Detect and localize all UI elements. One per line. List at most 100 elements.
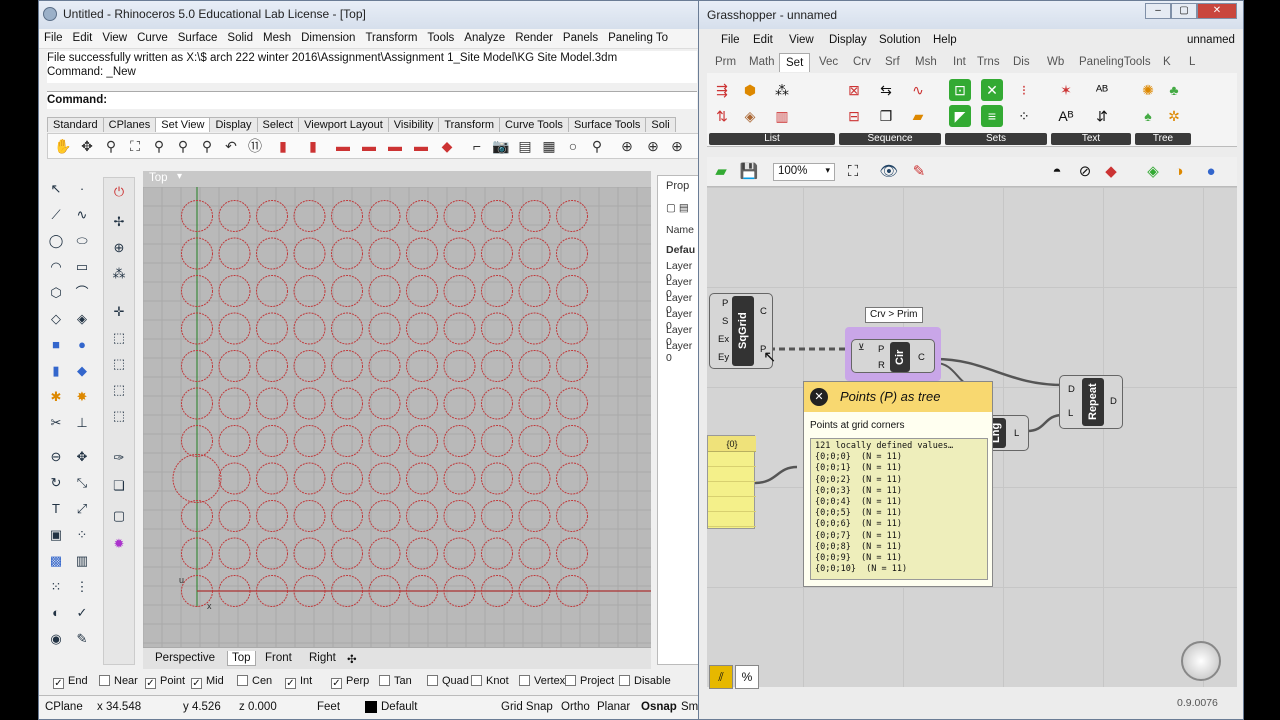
list-length-icon[interactable]: ⬢ — [739, 79, 761, 101]
bake-icon[interactable]: ◈ — [1143, 162, 1163, 182]
grid-circle[interactable] — [443, 387, 476, 420]
frame-icon[interactable]: ▢ — [108, 506, 130, 526]
set-camera-icon[interactable]: ▮ — [304, 138, 322, 155]
rotate-view-icon[interactable]: ✥ — [78, 138, 96, 155]
add-viewport-icon[interactable]: ✣ — [343, 651, 361, 667]
status-cplane[interactable]: CPlane — [45, 701, 83, 713]
gh-tab-math[interactable]: Math — [749, 56, 775, 68]
checkbox[interactable] — [237, 675, 248, 686]
grid-circle[interactable] — [256, 425, 288, 457]
viewport-menu-arrow-icon[interactable]: ▾ — [177, 171, 182, 182]
properties-icons[interactable]: ▢ ▤ — [666, 202, 689, 214]
view-to-plane-icon[interactable]: ▤ — [516, 138, 534, 155]
close-button[interactable]: ✕ — [1197, 3, 1237, 19]
toolbar-tab[interactable]: Set View — [155, 117, 211, 132]
gear-icon[interactable]: ✹ — [108, 534, 130, 554]
data-panel[interactable]: {0} — [707, 435, 756, 529]
grid-circle[interactable] — [518, 387, 551, 420]
grid-circle[interactable] — [256, 537, 288, 570]
grid-circle[interactable] — [331, 200, 363, 232]
boolean-icon[interactable]: ⊖ — [45, 447, 67, 467]
grid-circle[interactable] — [406, 237, 438, 270]
sets-intersection-icon[interactable]: ◤ — [949, 105, 971, 127]
gh-menu-file[interactable]: File — [721, 34, 740, 46]
brush-icon[interactable]: ✑ — [108, 448, 130, 468]
osnap-project[interactable]: Project — [565, 675, 614, 687]
text-split-icon[interactable]: ✶ — [1055, 79, 1077, 101]
sqgrid-output-c[interactable]: C — [760, 306, 767, 317]
star-icon[interactable]: ✢ — [108, 212, 130, 232]
place-camera-icon[interactable]: ⌐ — [468, 138, 486, 155]
more-view-icon[interactable]: ⊕ — [668, 138, 686, 155]
checkbox[interactable]: ✓ — [285, 678, 296, 689]
length-output-l[interactable]: L — [1014, 428, 1019, 439]
grid-circle[interactable] — [331, 387, 363, 420]
toolbar-tab[interactable]: Curve Tools — [499, 117, 569, 132]
nodes-icon[interactable]: ⁂ — [108, 264, 130, 284]
circle-input-r[interactable]: R — [878, 360, 885, 371]
grid-circle[interactable] — [481, 275, 513, 307]
explode-icon[interactable]: ✸ — [71, 387, 93, 407]
array-icon[interactable]: ⁘ — [71, 525, 93, 545]
list-item-icon[interactable]: ⇶ — [711, 79, 733, 101]
select-arrow-icon[interactable]: ↖ — [45, 179, 67, 199]
rhino-menu-item[interactable]: View — [97, 29, 132, 44]
grid-circle[interactable] — [443, 462, 476, 495]
layer-default[interactable]: Defau — [666, 244, 695, 256]
zoom-target-icon[interactable]: ⚲ — [588, 138, 606, 155]
sets-replace-icon[interactable]: ≡ — [981, 105, 1003, 127]
tab-right[interactable]: Right — [305, 651, 340, 665]
grid-circle[interactable] — [406, 387, 438, 420]
toolbar-tab[interactable]: Viewport Layout — [298, 117, 389, 132]
grid-circle[interactable] — [218, 500, 251, 532]
box-icon[interactable]: ■ — [45, 335, 67, 355]
cube-front-icon[interactable]: ⬚ — [108, 406, 130, 426]
rhino-menu-item[interactable]: Analyze — [459, 29, 510, 44]
minimize-button[interactable]: – — [1145, 3, 1171, 19]
gh-tab-k[interactable]: K — [1163, 56, 1171, 68]
smarttrack-button[interactable]: Sm — [681, 701, 698, 713]
osnap-end[interactable]: ✓ End — [53, 675, 88, 689]
grid-circle[interactable] — [443, 200, 476, 232]
gh-menu-solution[interactable]: Solution — [879, 34, 921, 46]
car-front-icon[interactable]: ▬ — [334, 138, 352, 155]
check-icon[interactable]: ✓ — [71, 603, 93, 623]
grid-circle[interactable] — [218, 537, 251, 570]
car-back-icon[interactable]: ▬ — [412, 138, 430, 155]
gh-tab-trns[interactable]: Trns — [977, 56, 1000, 68]
grid-circle[interactable] — [406, 425, 438, 457]
target-point-icon[interactable]: ○ — [564, 138, 582, 155]
rhino-menu-item[interactable]: Surface — [173, 29, 223, 44]
grid-circle[interactable] — [331, 537, 363, 570]
list-shift-icon[interactable]: ⁂ — [771, 79, 793, 101]
list-split-icon[interactable]: ◈ — [739, 105, 761, 127]
grid-circle[interactable] — [368, 275, 401, 307]
dimension-icon[interactable]: ⤢ — [71, 499, 93, 519]
gh-tab-set[interactable]: Set — [779, 53, 811, 72]
grid-circle[interactable] — [368, 537, 401, 570]
rhino-menu-item[interactable]: File — [39, 29, 68, 44]
gh-menu-display[interactable]: Display — [829, 34, 867, 46]
tab-top[interactable]: Top — [227, 651, 256, 666]
grid-circle[interactable] — [218, 387, 251, 420]
grid-circle[interactable] — [331, 237, 363, 270]
circle-output-c[interactable]: C — [918, 352, 925, 363]
sketch-pen-icon[interactable]: ✎ — [909, 162, 929, 182]
grid-snap-button[interactable]: Grid Snap — [501, 701, 553, 713]
stack-icon[interactable]: ❏ — [108, 476, 130, 496]
sets-delete-icon[interactable]: ⁘ — [1013, 105, 1035, 127]
checkbox[interactable] — [379, 675, 390, 686]
arc-icon[interactable]: ◠ — [45, 257, 67, 277]
zoom-select[interactable]: 100% ▾ — [773, 163, 835, 181]
zoom-extents-icon[interactable]: ⛶ — [843, 162, 863, 182]
list-reverse-icon[interactable]: ▥ — [771, 105, 793, 127]
grid-circle[interactable] — [481, 500, 513, 532]
repeat-input-l[interactable]: L — [1068, 408, 1073, 419]
gh-canvas[interactable]: P S Ex Ey SqGrid C P ↖ Crv > Prim ⊻ P R … — [707, 187, 1237, 687]
block-icon[interactable]: ▩ — [45, 551, 67, 571]
polygon-icon[interactable]: ⬡ — [45, 283, 67, 303]
grid-circle[interactable] — [443, 425, 476, 457]
checkbox[interactable] — [519, 675, 530, 686]
grid-array-icon[interactable]: ⁙ — [45, 577, 67, 597]
rhino-menu-item[interactable]: Panels — [558, 29, 603, 44]
